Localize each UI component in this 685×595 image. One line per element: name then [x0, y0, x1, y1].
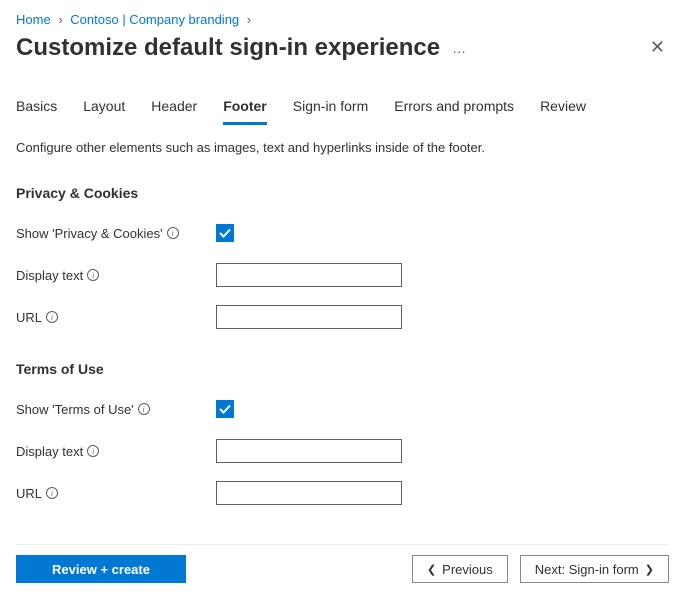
tabs: Basics Layout Header Footer Sign-in form… — [16, 98, 669, 126]
tab-description: Configure other elements such as images,… — [16, 140, 669, 155]
terms-display-text-input[interactable] — [216, 439, 402, 463]
terms-display-text-label: Display text i — [16, 444, 216, 459]
wizard-footer: Review + create ❮ Previous Next: Sign-in… — [16, 544, 669, 583]
privacy-url-label: URL i — [16, 310, 216, 325]
info-icon[interactable]: i — [138, 403, 150, 415]
breadcrumb-company[interactable]: Contoso | Company branding — [70, 12, 239, 27]
section-terms-title: Terms of Use — [16, 361, 669, 377]
breadcrumb-home[interactable]: Home — [16, 12, 51, 27]
previous-button[interactable]: ❮ Previous — [412, 555, 508, 583]
terms-url-label: URL i — [16, 486, 216, 501]
show-terms-checkbox[interactable] — [216, 400, 234, 418]
privacy-url-input[interactable] — [216, 305, 402, 329]
info-icon[interactable]: i — [167, 227, 179, 239]
tab-header[interactable]: Header — [151, 98, 197, 125]
tab-signin-form[interactable]: Sign-in form — [293, 98, 368, 125]
tab-layout[interactable]: Layout — [83, 98, 125, 125]
tab-errors[interactable]: Errors and prompts — [394, 98, 514, 125]
show-privacy-label: Show 'Privacy & Cookies' i — [16, 226, 216, 241]
tab-review[interactable]: Review — [540, 98, 586, 125]
privacy-display-text-label: Display text i — [16, 268, 216, 283]
page-header: Customize default sign-in experience … ✕ — [16, 33, 669, 62]
info-icon[interactable]: i — [46, 311, 58, 323]
chevron-right-icon: › — [58, 12, 62, 27]
page-title: Customize default sign-in experience — [16, 34, 440, 62]
more-button[interactable]: … — [452, 40, 468, 56]
show-terms-label: Show 'Terms of Use' i — [16, 402, 216, 417]
chevron-left-icon: ❮ — [427, 563, 436, 576]
tab-footer[interactable]: Footer — [223, 98, 267, 125]
close-icon[interactable]: ✕ — [646, 33, 669, 62]
info-icon[interactable]: i — [87, 269, 99, 281]
next-button[interactable]: Next: Sign-in form ❯ — [520, 555, 669, 583]
info-icon[interactable]: i — [87, 445, 99, 457]
show-privacy-checkbox[interactable] — [216, 224, 234, 242]
privacy-display-text-input[interactable] — [216, 263, 402, 287]
info-icon[interactable]: i — [46, 487, 58, 499]
breadcrumb: Home › Contoso | Company branding › — [16, 12, 669, 27]
chevron-right-icon: ❯ — [645, 563, 654, 576]
tab-basics[interactable]: Basics — [16, 98, 57, 125]
section-privacy-title: Privacy & Cookies — [16, 185, 669, 201]
chevron-right-icon: › — [247, 12, 251, 27]
terms-url-input[interactable] — [216, 481, 402, 505]
review-create-button[interactable]: Review + create — [16, 555, 186, 583]
